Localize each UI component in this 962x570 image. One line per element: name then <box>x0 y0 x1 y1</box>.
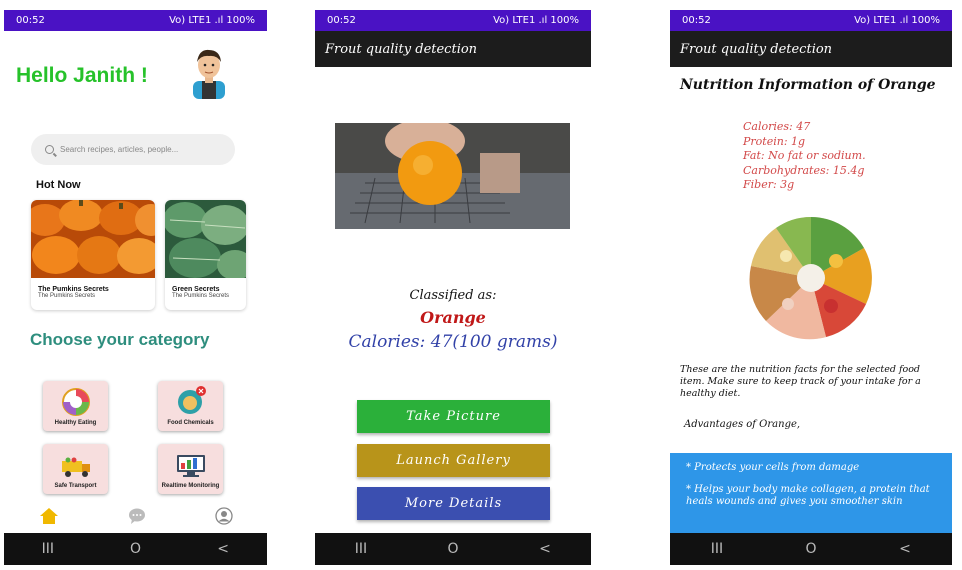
fact-calories: Calories: 47 <box>743 120 811 133</box>
food-chemicals-icon <box>177 386 206 414</box>
monitor-icon <box>176 455 205 477</box>
bottom-tab-bar <box>4 502 267 530</box>
nutrition-heading: Nutrition Information of Orange <box>680 77 936 93</box>
avatar[interactable] <box>187 45 231 99</box>
back-button[interactable]: < <box>525 541 565 557</box>
recent-apps-button[interactable]: III <box>697 541 737 557</box>
nutrition-description: These are the nutrition facts for the se… <box>680 364 921 399</box>
card-subtitle: The Pumkins Secrets <box>172 293 230 299</box>
greeting-title: Hello Janith ! <box>16 64 148 87</box>
recipe-card[interactable]: The Pumkins Secrets The Pumkins Secrets <box>31 200 155 310</box>
home-icon[interactable] <box>39 507 59 525</box>
app-bar-title: Frout quality detection <box>670 31 952 67</box>
app-bar-title: Frout quality detection <box>315 31 591 67</box>
category-label: Food Chemicals <box>167 420 214 426</box>
recent-apps-button[interactable]: III <box>341 541 381 557</box>
category-safe-transport[interactable]: Safe Transport <box>43 444 108 494</box>
category-label: Healthy Eating <box>54 420 97 426</box>
more-details-button[interactable]: More Details <box>357 487 550 520</box>
search-icon <box>45 145 54 154</box>
pumpkin-image <box>31 200 155 278</box>
home-button[interactable]: O <box>433 541 473 557</box>
status-time: 00:52 <box>682 15 711 26</box>
recent-apps-button[interactable]: III <box>28 541 68 557</box>
system-nav-bar: III O < <box>670 533 952 565</box>
status-bar: 00:52 Vo) LTE1 .ıl 100% <box>670 10 952 31</box>
search-placeholder: Search recipes, articles, people... <box>60 145 179 154</box>
status-indicators: Vo) LTE1 .ıl 100% <box>493 15 579 26</box>
chat-icon[interactable] <box>128 508 146 524</box>
status-bar: 00:52 Vo) LTE1 .ıl 100% <box>315 10 591 31</box>
greens-image <box>165 200 246 280</box>
home-button[interactable]: O <box>115 541 155 557</box>
food-plate-image <box>749 216 872 340</box>
recipe-card[interactable]: Green Secrets The Pumkins Secrets <box>165 200 246 310</box>
status-indicators: Vo) LTE1 .ıl 100% <box>854 15 940 26</box>
status-time: 00:52 <box>327 15 356 26</box>
category-realtime-monitoring[interactable]: Realtime Monitoring <box>158 444 223 494</box>
fruit-name: Orange <box>420 308 486 327</box>
category-label: Safe Transport <box>54 483 97 489</box>
card-subtitle: The Pumkins Secrets <box>38 293 96 299</box>
category-label: Realtime Monitoring <box>161 483 220 489</box>
captured-photo <box>335 123 570 229</box>
back-button[interactable]: < <box>885 541 925 557</box>
hot-now-heading: Hot Now <box>36 179 81 191</box>
fact-carbohydrates: Carbohydrates: 15.4g <box>743 163 865 177</box>
advantages-panel: * Protects your cells from damage * Help… <box>670 453 952 533</box>
advantages-heading: Advantages of Orange, <box>684 419 801 430</box>
card-title: The Pumkins Secrets <box>38 286 109 293</box>
choose-category-heading: Choose your category <box>30 330 210 349</box>
status-bar: 00:52 Vo) LTE1 .ıl 100% <box>4 10 267 31</box>
advantage-item: * Protects your cells from damage <box>686 462 860 473</box>
back-button[interactable]: < <box>203 541 243 557</box>
category-food-chemicals[interactable]: Food Chemicals <box>158 381 223 431</box>
search-input[interactable]: Search recipes, articles, people... <box>31 134 235 165</box>
calories-text: Calories: 47(100 grams) <box>348 332 558 352</box>
truck-icon <box>61 457 90 477</box>
fact-protein: Protein: 1g <box>743 134 806 148</box>
healthy-eating-icon <box>61 388 90 416</box>
category-healthy-eating[interactable]: Healthy Eating <box>43 381 108 431</box>
detection-screen: 00:52 Vo) LTE1 .ıl 100% Frout quality de… <box>315 10 591 565</box>
launch-gallery-button[interactable]: Launch Gallery <box>357 444 550 477</box>
status-time: 00:52 <box>16 15 45 26</box>
profile-icon[interactable] <box>214 507 233 525</box>
nutrition-facts: Calories: 47 Protein: 1g Fat: No fat or … <box>743 120 866 193</box>
take-picture-button[interactable]: Take Picture <box>357 400 550 433</box>
home-button[interactable]: O <box>791 541 831 557</box>
home-screen: 00:52 Vo) LTE1 .ıl 100% Hello Janith ! S… <box>4 10 267 565</box>
classified-as-label: Classified as: <box>409 288 497 303</box>
fact-fat: Fat: No fat or sodium. <box>743 149 866 162</box>
card-title: Green Secrets <box>172 286 220 293</box>
advantage-item: * Helps your body make collagen, a prote… <box>686 484 930 507</box>
nutrition-screen: 00:52 Vo) LTE1 .ıl 100% Frout quality de… <box>670 10 952 565</box>
status-indicators: Vo) LTE1 .ıl 100% <box>169 15 255 26</box>
system-nav-bar: III O < <box>315 533 591 565</box>
fact-fiber: Fiber: 3g <box>743 178 795 191</box>
system-nav-bar: III O < <box>4 533 267 565</box>
